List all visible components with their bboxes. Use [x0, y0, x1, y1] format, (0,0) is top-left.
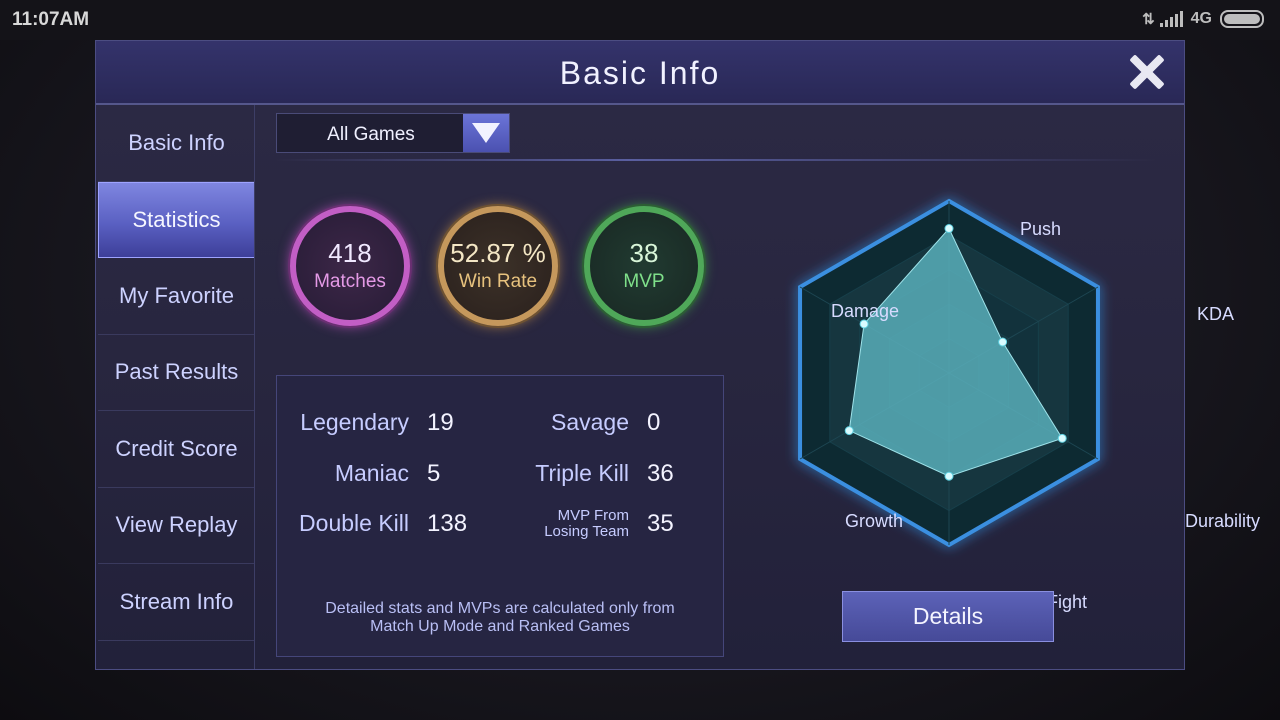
sidebar-item-stream-info[interactable]: Stream Info — [98, 564, 255, 641]
mvp-losing-label-line1: MVP From — [557, 507, 629, 524]
legendary-value: 19 — [427, 409, 454, 436]
section-divider — [276, 159, 1156, 161]
stats-box: Legendary 19 Savage 0 Maniac 5 Triple Ki… — [276, 375, 724, 657]
radar-point-push — [944, 224, 954, 234]
stats-note-line2: Match Up Mode and Ranked Games — [370, 618, 630, 635]
sidebar: Basic Info Statistics My Favorite Past R… — [98, 105, 255, 641]
double-kill-label: Double Kill — [299, 510, 409, 536]
stats-note: Detailed stats and MVPs are calculated o… — [277, 600, 723, 636]
sidebar-item-statistics[interactable]: Statistics — [98, 181, 255, 258]
maniac-value: 5 — [427, 460, 441, 487]
close-icon[interactable] — [1124, 49, 1170, 95]
radar-point-team-fight — [944, 471, 954, 481]
network-type: 4G — [1190, 10, 1212, 27]
triple-kill-value: 36 — [647, 460, 674, 487]
status-bar: 11:07AM ⇅ 4G — [0, 0, 1280, 40]
status-icons: ⇅ 4G — [1142, 10, 1264, 28]
radar-point-kda — [998, 337, 1008, 347]
game-mode-dropdown[interactable]: All Games — [276, 113, 510, 153]
matches-value: 418 — [328, 238, 372, 268]
savage-label: Savage — [550, 409, 629, 435]
radar-label-kda: KDA — [1197, 304, 1235, 324]
dropdown-selected-value: All Games — [327, 124, 415, 145]
mvp-label: MVP — [623, 271, 665, 292]
radar-label-damage: Damage — [831, 301, 900, 321]
radar-point-durability — [1057, 433, 1067, 443]
win-rate-badge: 52.87 % Win Rate — [438, 206, 558, 326]
sidebar-item-basic-info[interactable]: Basic Info — [98, 105, 255, 182]
stats-note-line1: Detailed stats and MVPs are calculated o… — [325, 600, 675, 617]
mvp-losing-label-line2: Losing Team — [544, 523, 629, 540]
mvp-losing-value: 35 — [647, 510, 674, 537]
battery-icon — [1220, 10, 1264, 28]
chevron-down-icon[interactable] — [463, 114, 509, 152]
basic-info-panel: Basic Info Basic Info Statistics My Favo… — [95, 40, 1260, 670]
details-button[interactable]: Details — [842, 591, 1054, 642]
signal-icon — [1159, 11, 1183, 27]
mvp-value: 38 — [629, 238, 659, 268]
panel-header: Basic Info — [96, 41, 1184, 105]
win-rate-label: Win Rate — [458, 271, 538, 292]
matches-label: Matches — [314, 271, 386, 292]
radar-chart: Push KDA Durability Team Fight Growth Da… — [730, 171, 1260, 612]
maniac-label: Maniac — [334, 460, 409, 486]
radar-chart-svg — [798, 198, 1100, 548]
double-kill-value: 138 — [427, 510, 468, 537]
matches-badge: 418 Matches — [290, 206, 410, 326]
radar-label-growth: Growth — [845, 511, 904, 531]
savage-value: 0 — [647, 409, 661, 436]
radar-label-durability: Durability — [1185, 511, 1261, 531]
sidebar-item-past-results[interactable]: Past Results — [98, 335, 255, 411]
sidebar-divider — [254, 105, 255, 669]
status-clock: 11:07AM — [12, 9, 90, 30]
legendary-label: Legendary — [300, 409, 409, 435]
sidebar-item-view-replay[interactable]: View Replay — [98, 488, 255, 564]
radar-point-growth — [844, 426, 854, 436]
triple-kill-label: Triple Kill — [535, 460, 629, 486]
radar-label-push: Push — [1020, 219, 1062, 239]
win-rate-value: 52.87 % — [450, 238, 546, 268]
data-transfer-icon: ⇅ — [1142, 11, 1154, 28]
sidebar-item-credit-score[interactable]: Credit Score — [98, 411, 255, 488]
mvp-badge: 38 MVP — [584, 206, 704, 326]
page-title: Basic Info — [559, 55, 721, 91]
sidebar-item-my-favorite[interactable]: My Favorite — [98, 258, 255, 335]
